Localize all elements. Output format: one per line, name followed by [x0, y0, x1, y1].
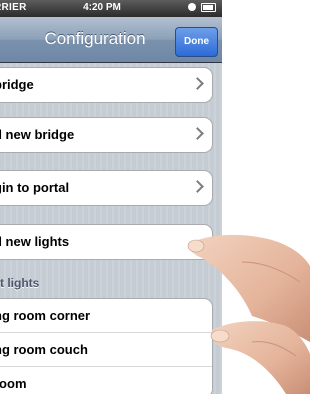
chevron-right-icon — [191, 180, 204, 193]
login-to-portal-cell[interactable]: gin to portal — [0, 170, 213, 206]
cell-label: bridge — [0, 77, 34, 92]
signal-dot-icon — [188, 3, 196, 11]
status-bar: RRIER 4:20 PM — [0, 0, 222, 17]
row-label: room — [0, 376, 27, 391]
bridge-cell[interactable]: bridge — [0, 67, 213, 103]
page-title: Configuration — [44, 29, 146, 48]
carrier-name: RRIER — [0, 2, 27, 13]
status-time: 4:20 PM — [83, 2, 121, 13]
row-label: ng room couch — [0, 342, 88, 357]
section-header: t lights — [0, 276, 40, 290]
cell-label: gin to portal — [0, 180, 70, 195]
status-icons — [188, 3, 216, 14]
chevron-right-icon — [191, 127, 204, 140]
chevron-right-icon — [191, 77, 204, 90]
navigation-bar: Configuration Done — [0, 17, 222, 63]
cell-label: d new bridge — [0, 127, 75, 142]
add-new-bridge-cell[interactable]: d new bridge — [0, 117, 213, 153]
done-button[interactable]: Done — [175, 27, 218, 57]
cell-label: d new lights — [0, 234, 70, 249]
battery-icon — [201, 3, 216, 12]
hand-image — [187, 234, 310, 394]
row-label: ng room corner — [0, 308, 91, 323]
